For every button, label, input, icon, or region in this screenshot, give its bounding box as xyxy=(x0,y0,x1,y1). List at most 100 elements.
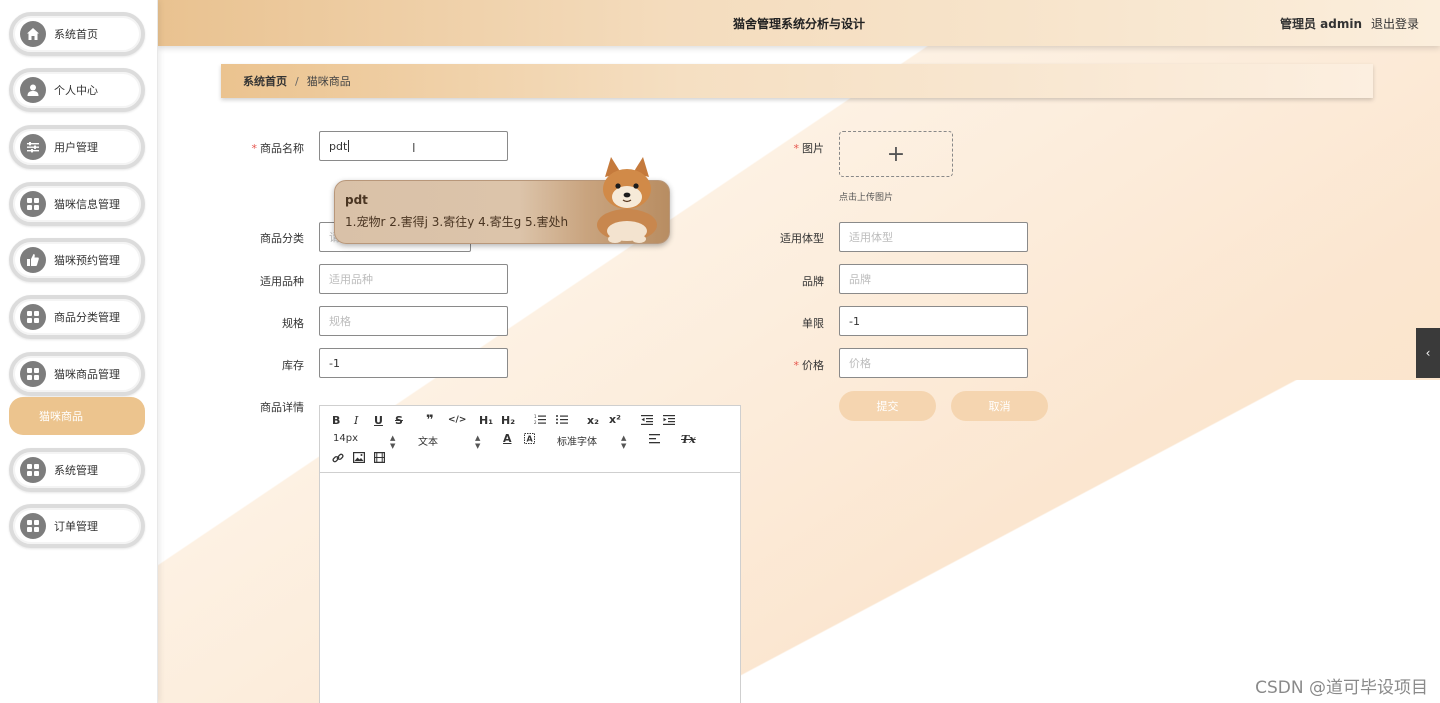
font-size-select[interactable]: 14px ▲ ▼ xyxy=(333,433,399,450)
limit-input[interactable]: -1 xyxy=(839,306,1028,336)
breadcrumb: 系统首页 / 猫咪商品 xyxy=(221,64,1373,98)
ime-candidate-popup: pdt 1.宠物r 2.害得j 3.寄往y 4.寄生g 5.害处h xyxy=(334,157,670,244)
sidebar-item-product-category-management[interactable]: 商品分类管理 xyxy=(9,295,145,339)
brand-input[interactable]: 品牌 xyxy=(839,264,1028,294)
home-icon xyxy=(20,21,46,47)
sidebar-item-label: 用户管理 xyxy=(54,141,98,154)
breed-label: 适用品种 xyxy=(260,275,304,288)
grid-icon xyxy=(20,304,46,330)
thumb-icon xyxy=(20,247,46,273)
plus-icon: + xyxy=(886,141,906,167)
submit-button[interactable]: 提交 xyxy=(839,391,936,421)
brand-label: 品牌 xyxy=(802,275,824,288)
rich-text-editor: B I U S ❞ </> H₁ H₂ 12 x₂ x² 14px ▲ ▼ 文本 ▲ ▼… xyxy=(319,405,741,703)
editor-toolbar: B I U S ❞ </> H₁ H₂ 12 x₂ x² 14px ▲ ▼ 文本 ▲ ▼… xyxy=(320,406,740,473)
editor-content-area[interactable] xyxy=(320,473,740,703)
spec-input[interactable]: 规格 xyxy=(319,306,508,336)
breadcrumb-separator: / xyxy=(295,74,299,88)
italic-button[interactable]: I xyxy=(354,414,358,427)
text-style-select[interactable]: 文本 ▲ ▼ xyxy=(418,433,484,450)
product-category-label: 商品分类 xyxy=(260,232,304,245)
sidebar-item-personal-center[interactable]: 个人中心 xyxy=(9,68,145,112)
clear-format-button[interactable]: Tx xyxy=(681,433,696,446)
sidebar-item-cat-info-management[interactable]: 猫咪信息管理 xyxy=(9,182,145,226)
image-label: * 图片 xyxy=(793,142,825,155)
sidebar-item-label: 订单管理 xyxy=(54,520,98,533)
background-color-icon[interactable]: A xyxy=(524,433,535,447)
svg-text:2: 2 xyxy=(534,420,537,425)
sidebar-item-user-management[interactable]: 用户管理 xyxy=(9,125,145,169)
upload-hint: 点击上传图片 xyxy=(839,193,894,203)
top-header: 猫舍管理系统分析与设计 管理员 admin 退出登录 xyxy=(158,0,1440,46)
breed-input[interactable]: 适用品种 xyxy=(319,264,508,294)
sidebar-item-label: 个人中心 xyxy=(54,84,98,97)
sidebar: 系统首页 个人中心 用户管理 猫咪信息管理 猫咪预约管理 商品分类管理 猫咪商品… xyxy=(0,0,158,703)
sidebar-item-order-management[interactable]: 订单管理 xyxy=(9,504,145,548)
ordered-list-icon[interactable]: 12 xyxy=(534,414,546,428)
logout-link[interactable]: 退出登录 xyxy=(1371,15,1419,32)
grid-icon xyxy=(20,513,46,539)
stock-label: 库存 xyxy=(282,359,304,372)
body-type-label: 适用体型 xyxy=(780,232,824,245)
svg-text:1: 1 xyxy=(534,414,537,419)
underline-button[interactable]: U xyxy=(374,414,383,427)
select-arrows-icon: ▲ ▼ xyxy=(475,434,481,450)
select-arrows-icon: ▲ ▼ xyxy=(390,434,396,450)
link-icon[interactable] xyxy=(332,452,344,467)
sidebar-item-label: 猫咪预约管理 xyxy=(54,254,120,267)
sliders-icon xyxy=(20,134,46,160)
superscript-button[interactable]: x² xyxy=(609,413,621,426)
breadcrumb-current: 猫咪商品 xyxy=(306,75,351,88)
grid-icon xyxy=(20,361,46,387)
strike-button[interactable]: S xyxy=(395,414,403,427)
shiba-dog-skin-image xyxy=(597,157,657,243)
bold-button[interactable]: B xyxy=(332,414,340,427)
limit-label: 单限 xyxy=(802,317,824,330)
sidebar-item-system-management[interactable]: 系统管理 xyxy=(9,448,145,492)
chevron-left-icon: ‹ xyxy=(1425,346,1431,360)
text-cursor-icon: Ι xyxy=(412,141,416,155)
sidebar-item-cat-product-management[interactable]: 猫咪商品管理 xyxy=(9,352,145,396)
select-arrows-icon: ▲ ▼ xyxy=(621,434,627,450)
heading1-button[interactable]: H₁ xyxy=(479,414,493,427)
font-family-select[interactable]: 标准字体 ▲ ▼ xyxy=(557,433,631,450)
sidebar-subitem-cat-products[interactable]: 猫咪商品 xyxy=(9,397,145,435)
product-name-label: * 商品名称 xyxy=(251,142,305,155)
heading2-button[interactable]: H₂ xyxy=(501,414,515,427)
blockquote-button[interactable]: ❞ xyxy=(426,413,434,428)
cancel-button[interactable]: 取消 xyxy=(951,391,1048,421)
collapse-handle[interactable]: ‹ xyxy=(1416,328,1440,378)
breadcrumb-home[interactable]: 系统首页 xyxy=(243,73,287,89)
body-type-input[interactable]: 适用体型 xyxy=(839,222,1028,252)
app-title: 猫舍管理系统分析与设计 xyxy=(732,17,865,31)
bullet-list-icon[interactable] xyxy=(556,414,568,428)
subscript-button[interactable]: x₂ xyxy=(587,414,599,427)
admin-user-label: 管理员 admin xyxy=(1279,17,1362,31)
product-name-input[interactable]: pdt Ι xyxy=(319,131,508,161)
sidebar-item-label: 系统管理 xyxy=(54,464,98,477)
grid-icon xyxy=(20,191,46,217)
ime-candidate-list[interactable]: 1.宠物r 2.害得j 3.寄往y 4.寄生g 5.害处h xyxy=(345,213,568,230)
image-icon[interactable] xyxy=(353,452,366,466)
indent-icon[interactable] xyxy=(663,415,675,428)
image-upload-button[interactable]: + xyxy=(839,131,953,177)
video-icon[interactable] xyxy=(374,452,386,466)
ime-composition-text: pdt xyxy=(345,193,368,207)
price-input[interactable]: 价格 xyxy=(839,348,1028,378)
font-color-button[interactable]: A xyxy=(503,432,512,445)
sidebar-item-cat-reservation-management[interactable]: 猫咪预约管理 xyxy=(9,238,145,282)
price-label: * 价格 xyxy=(793,359,825,372)
sidebar-item-label: 系统首页 xyxy=(54,28,98,41)
stock-input[interactable]: -1 xyxy=(319,348,508,378)
code-block-button[interactable]: </> xyxy=(448,415,466,425)
svg-text:A: A xyxy=(527,435,534,444)
sidebar-item-home[interactable]: 系统首页 xyxy=(9,12,145,56)
watermark: CSDN @道可毕设项目 xyxy=(1255,678,1428,698)
align-left-icon[interactable] xyxy=(649,434,660,447)
sidebar-item-label: 商品分类管理 xyxy=(54,311,120,324)
grid-icon xyxy=(20,457,46,483)
outdent-icon[interactable] xyxy=(641,415,653,428)
user-icon xyxy=(20,77,46,103)
sidebar-item-label: 猫咪商品管理 xyxy=(54,368,120,381)
product-detail-label: 商品详情 xyxy=(260,401,304,414)
